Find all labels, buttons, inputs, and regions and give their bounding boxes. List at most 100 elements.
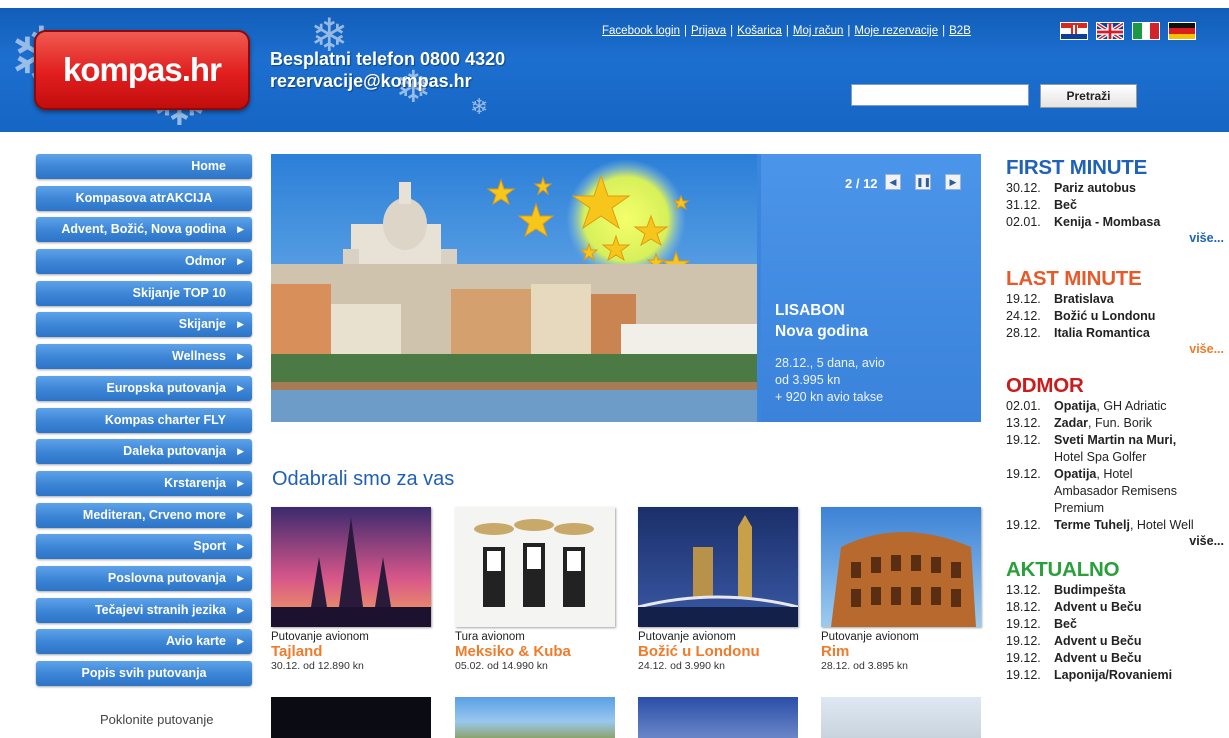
nav-item-daleka[interactable]: Daleka putovanja ▶ [36,439,252,465]
nav-item-atrakcija[interactable]: Kompasova atrAKCIJA [36,185,252,211]
pause-slide-icon[interactable]: ❚❚ [915,174,931,190]
english-flag-icon[interactable] [1096,22,1124,40]
odmor-title[interactable]: ODMOR [1006,374,1224,398]
cart-link[interactable]: Košarica [737,25,782,37]
pick-card-type: Putovanje avionom [821,631,919,643]
nav-item-label: Daleka putovanja [123,444,226,459]
nav-item-odmor[interactable]: Odmor ▶ [36,249,252,275]
nav-item-label: Mediteran, Crveno more [82,507,226,522]
list-item[interactable]: 28.12. Italia Romantica [1006,325,1224,342]
nav-item-skijanje[interactable]: Skijanje ▶ [36,312,252,338]
pick-card-image[interactable] [638,697,798,738]
pick-card-name[interactable]: Tajland [271,643,433,660]
list-item[interactable]: 19.12. Terme Tuhelj, Hotel Well [1006,517,1224,534]
pick-card-image[interactable] [455,697,615,738]
pick-card-image[interactable] [821,697,981,738]
nav-item-advent[interactable]: Advent, Božić, Nova godina ▶ [36,217,252,243]
pick-card-london[interactable]: Putovanje avionom Božić u Londonu 24.12.… [638,507,800,672]
nav-item-popis[interactable]: Popis svih putovanja [36,661,252,686]
list-item[interactable]: 13.12. Budimpešta [1006,582,1224,599]
b2b-link[interactable]: B2B [949,25,971,37]
nav-item-label: Popis svih putovanja [81,666,207,680]
list-item[interactable]: 02.01. Kenija - Mombasa [1006,214,1224,231]
slide-info-panel[interactable]: 2 / 12 ◀ ❚❚ ▶ LISABON Nova godina 28.12.… [761,154,981,422]
item-name: Pariz autobus [1054,181,1136,195]
more-link[interactable]: više... [1006,342,1224,356]
gift-trip-link[interactable]: Poklonite putovanje [100,712,213,727]
last-minute-title[interactable]: LAST MINUTE [1006,267,1224,291]
list-item[interactable]: 31.12. Beč [1006,197,1224,214]
item-name: Laponija/Rovaniemi [1054,668,1173,682]
my-account-link[interactable]: Moj račun [793,25,844,37]
meksiko-image[interactable] [455,507,615,627]
nav-item-sport[interactable]: Sport ▶ [36,534,252,560]
search-input[interactable] [851,84,1029,106]
list-item[interactable]: 19.12. Bratislava [1006,291,1224,308]
pick-card-date: 30.12. od 12.890 kn [271,660,364,672]
pick-card-type: Putovanje avionom [271,631,369,643]
slide-info: 28.12., 5 dana, avio od 3.995 kn + 920 k… [775,355,885,406]
nav-item-label: Skijanje [178,317,226,332]
picks-title: Odabrali smo za vas [272,468,455,490]
rim-image[interactable] [821,507,981,627]
nav-item-avio-karte[interactable]: Avio karte ▶ [36,629,252,655]
pick-card-name[interactable]: Meksiko & Kuba [455,643,617,660]
site-logo[interactable]: kompas.hr [34,30,250,110]
list-item[interactable]: 19.12. Opatija, Hotel [1006,466,1224,483]
previous-slide-icon[interactable]: ◀ [885,174,901,190]
arrow-right-icon: ▶ [237,572,244,583]
pick-card-tajland[interactable]: Putovanje avionom Tajland 30.12. od 12.8… [271,507,433,672]
list-item-continuation[interactable]: Premium [1006,500,1224,517]
nav-item-tecajevi[interactable]: Tečajevi stranih jezika ▶ [36,597,252,623]
list-item[interactable]: 19.12. Laponija/Rovaniemi [1006,667,1224,684]
email-text[interactable]: rezervacije@kompas.hr [270,70,505,92]
nav-item-home[interactable]: Home [36,154,252,179]
nav-item-mediteran[interactable]: Mediteran, Crveno more ▶ [36,502,252,528]
german-flag-icon[interactable] [1168,22,1196,40]
language-flags [1060,22,1196,40]
nav-item-poslovna[interactable]: Poslovna putovanja ▶ [36,565,252,591]
pick-card-name[interactable]: Božić u Londonu [638,643,800,660]
list-item-continuation[interactable]: Hotel Spa Golfer [1006,449,1224,466]
nav-item-label: Home [191,159,226,173]
list-item[interactable]: 13.12. Zadar, Fun. Borik [1006,415,1224,432]
list-item[interactable]: 19.12. Sveti Martin na Muri, [1006,432,1224,449]
item-date: 31.12. [1006,198,1041,212]
facebook-login-link[interactable]: Facebook login [602,25,680,37]
more-link[interactable]: više... [1006,231,1224,245]
nav-item-europska[interactable]: Europska putovanja ▶ [36,375,252,401]
list-item[interactable]: 24.12. Božić u Londonu [1006,308,1224,325]
item-extra: , Fun. Borik [1088,416,1152,430]
list-item[interactable]: 30.12. Pariz autobus [1006,180,1224,197]
croatian-flag-icon[interactable] [1060,22,1088,40]
item-date: 19.12. [1006,433,1041,447]
london-image[interactable] [638,507,798,627]
pick-card-image[interactable] [271,697,431,738]
slide-info-line3: + 920 kn avio takse [775,390,884,404]
pick-card-date: 05.02. od 14.990 kn [455,660,548,672]
more-link[interactable]: više... [1006,534,1224,548]
first-minute-title[interactable]: FIRST MINUTE [1006,156,1224,180]
list-item[interactable]: 19.12. Advent u Beču [1006,633,1224,650]
pick-card-meksiko[interactable]: Tura avionom Meksiko & Kuba 05.02. od 14… [455,507,617,672]
next-slide-icon[interactable]: ▶ [945,174,961,190]
list-item[interactable]: 19.12. Beč [1006,616,1224,633]
search-button[interactable]: Pretraži [1040,84,1137,108]
aktualno-title[interactable]: AKTUALNO [1006,558,1224,582]
list-item[interactable]: 19.12. Advent u Beču [1006,650,1224,667]
list-item[interactable]: 02.01. Opatija, GH Adriatic [1006,398,1224,415]
logo-text: kompas.hr [63,51,222,88]
list-item[interactable]: 18.12. Advent u Beču [1006,599,1224,616]
nav-item-wellness[interactable]: Wellness ▶ [36,344,252,370]
pick-card-name[interactable]: Rim [821,643,983,660]
italian-flag-icon[interactable] [1132,22,1160,40]
lisbon-slide-image[interactable] [271,154,757,422]
list-item-continuation[interactable]: Ambasador Remisens [1006,483,1224,500]
my-reservations-link[interactable]: Moje rezervacije [854,25,938,37]
tajland-image[interactable] [271,507,431,627]
pick-card-rim[interactable]: Putovanje avionom Rim 28.12. od 3.895 kn [821,507,983,672]
nav-item-charter[interactable]: Kompas charter FLY [36,407,252,433]
nav-item-krstarenja[interactable]: Krstarenja ▶ [36,470,252,496]
nav-item-skijanje-top10[interactable]: Skijanje TOP 10 [36,280,252,306]
login-link[interactable]: Prijava [691,25,726,37]
